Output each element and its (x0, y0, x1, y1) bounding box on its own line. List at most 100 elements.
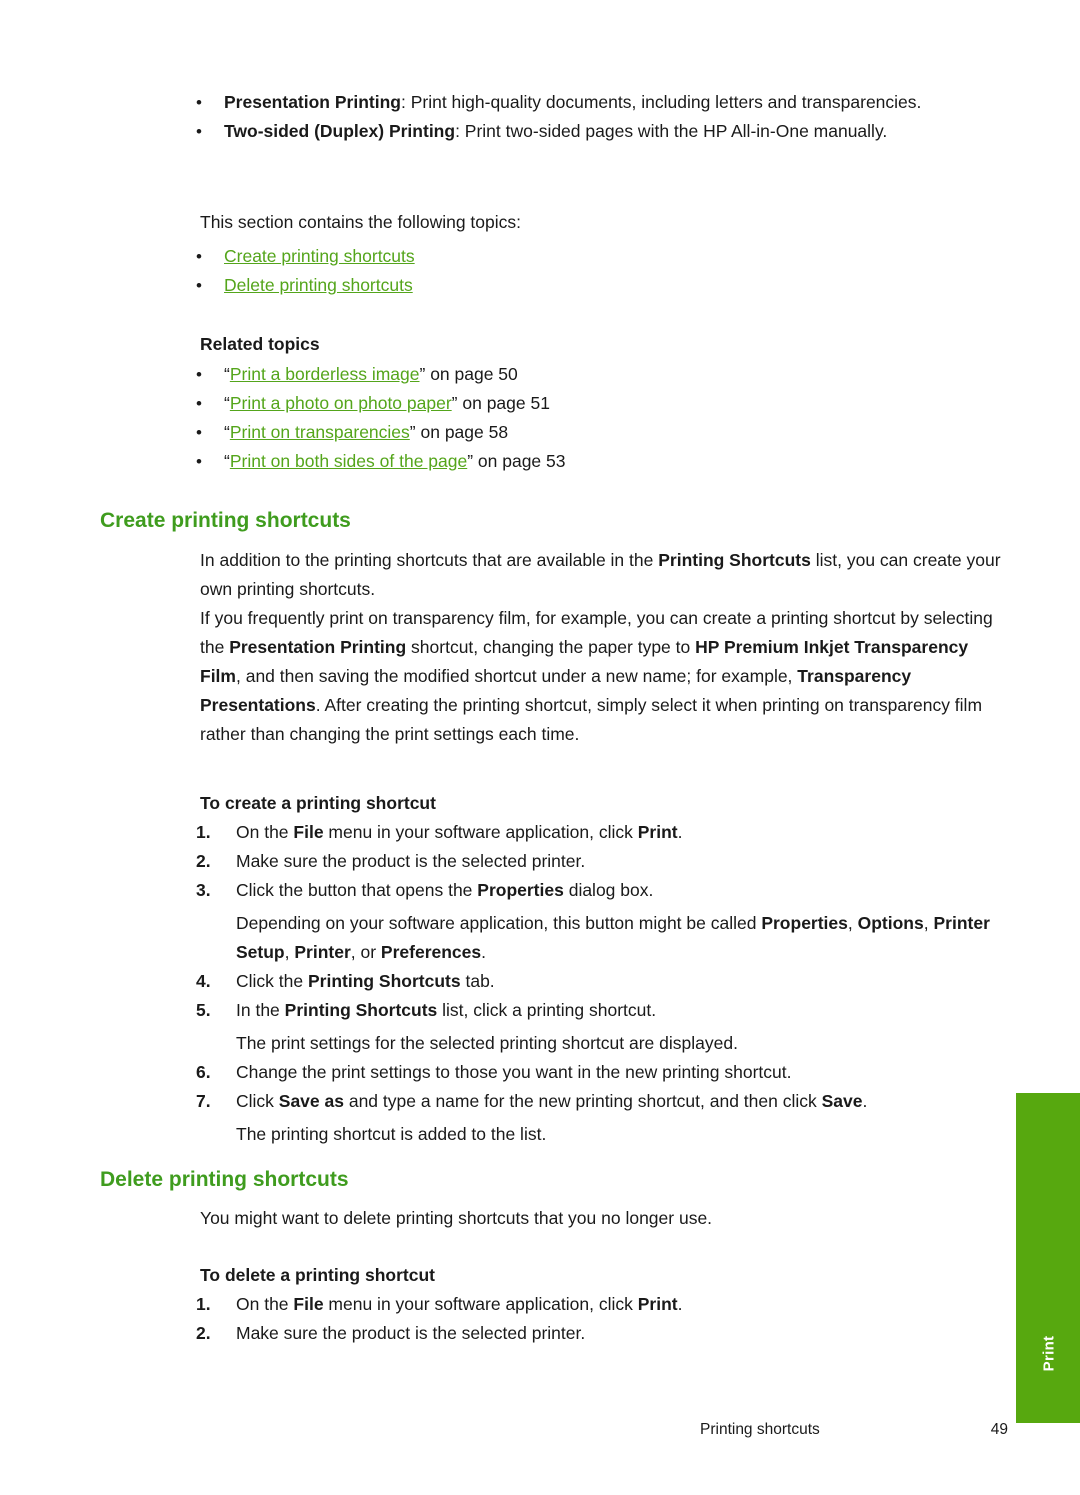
list-item: • Presentation Printing: Print high-qual… (196, 88, 1006, 117)
text-run: In addition to the printing shortcuts th… (200, 550, 659, 570)
text-run: , (923, 913, 934, 933)
link-print-on-both-sides-of-the-page[interactable]: Print on both sides of the page (230, 451, 467, 471)
step-main-line: Click the button that opens the Properti… (236, 880, 653, 900)
step-main-line: Click Save as and type a name for the ne… (236, 1091, 867, 1111)
text-run: Click the button that opens the (236, 880, 478, 900)
text-run-bold: Properties (761, 913, 848, 933)
text-run: list, click a printing shortcut. (437, 1000, 657, 1020)
step-text: On the File menu in your software applic… (236, 1290, 1008, 1319)
list-item: 6. Change the print settings to those yo… (196, 1058, 1008, 1087)
bullet-dot-icon: • (196, 452, 202, 471)
create-subheading: To create a printing shortcut (200, 793, 436, 813)
step-text: In the Printing Shortcuts list, click a … (236, 996, 1008, 1058)
list-item: • “Print on transparencies” on page 58 (196, 418, 1006, 447)
list-item: • Create printing shortcuts (196, 242, 1006, 271)
list-item: 1. On the File menu in your software app… (196, 818, 1008, 847)
step-number: 5. (196, 1000, 211, 1020)
bullet-rest: : Print two-sided pages with the HP All-… (455, 121, 888, 141)
topic-link-list: • Create printing shortcuts • Delete pri… (196, 242, 1006, 300)
chapter-thumb-tab-label: Print (1040, 1335, 1058, 1372)
step-number: 2. (196, 1323, 211, 1343)
step-number: 6. (196, 1062, 211, 1082)
delete-paragraph-1: You might want to delete printing shortc… (200, 1208, 713, 1228)
step-text: Click the Printing Shortcuts tab. (236, 967, 1008, 996)
text-run-bold: Printer (294, 942, 351, 962)
page-footer: Printing shortcuts 49 (700, 1421, 1008, 1439)
text-run-bold: Save as (278, 1091, 344, 1111)
list-item: • “Print a borderless image” on page 50 (196, 360, 1006, 389)
text-run: menu in your software application, click (323, 1294, 638, 1314)
text-run-bold: Printing Shortcuts (658, 550, 811, 570)
text-run-bold: Save (821, 1091, 863, 1111)
step-text: Click the button that opens the Properti… (236, 876, 1008, 967)
text-run-bold: Print (637, 1294, 678, 1314)
bullet-bold-term: Presentation Printing (224, 92, 401, 112)
step-text: On the File menu in your software applic… (236, 818, 1008, 847)
text-run: tab. (460, 971, 495, 991)
bullet-rest: : Print high-quality documents, includin… (400, 92, 922, 112)
bullet-text: Two-sided (Duplex) Printing: Print two-s… (224, 117, 1006, 146)
bullet-dot-icon: • (196, 423, 202, 442)
text-run: , and then saving the modified shortcut … (235, 666, 798, 686)
text-run: On the (236, 1294, 294, 1314)
text-run: shortcut, changing the paper type to (406, 637, 696, 657)
list-item: • Two-sided (Duplex) Printing: Print two… (196, 117, 1006, 146)
bullet-dot-icon: • (196, 365, 202, 384)
bullet-dot-icon: • (196, 276, 202, 295)
link-create-printing-shortcuts[interactable]: Create printing shortcuts (224, 246, 415, 266)
bullet-text: Presentation Printing: Print high-qualit… (224, 88, 1006, 117)
step-main-line: In the Printing Shortcuts list, click a … (236, 1000, 656, 1020)
text-run: . (862, 1091, 868, 1111)
related-topics-list: • “Print a borderless image” on page 50 … (196, 360, 1006, 476)
list-item: 3. Click the button that opens the Prope… (196, 876, 1008, 967)
link-print-on-transparencies[interactable]: Print on transparencies (230, 422, 410, 442)
bullet-dot-icon: • (196, 93, 202, 112)
step-text: Make sure the product is the selected pr… (236, 1323, 586, 1343)
related-topic-suffix: ” on page 53 (467, 451, 566, 471)
list-item: • Delete printing shortcuts (196, 271, 1006, 300)
delete-steps-list: 1. On the File menu in your software app… (196, 1290, 1008, 1348)
bullet-dot-icon: • (196, 122, 202, 141)
delete-subheading: To delete a printing shortcut (200, 1265, 435, 1285)
related-topic-suffix: ” on page 50 (419, 364, 518, 384)
list-item: • “Print on both sides of the page” on p… (196, 447, 1006, 476)
related-topics-heading: Related topics (200, 334, 320, 354)
step-number: 4. (196, 971, 211, 991)
text-run-bold: File (293, 1294, 324, 1314)
step-text: Click Save as and type a name for the ne… (236, 1087, 1008, 1149)
text-run-bold: Options (857, 913, 924, 933)
list-item: 5. In the Printing Shortcuts list, click… (196, 996, 1008, 1058)
step-number: 1. (196, 822, 211, 842)
text-run-bold: Printing Shortcuts (284, 1000, 438, 1020)
create-paragraph-2: If you frequently print on transparency … (200, 604, 1008, 749)
text-run-bold: Print (637, 822, 678, 842)
step-continuation: Depending on your software application, … (236, 909, 1008, 967)
step-number: 1. (196, 1294, 211, 1314)
text-run-bold: Printing Shortcuts (307, 971, 461, 991)
text-run: . (481, 942, 487, 962)
intro-bullet-list: • Presentation Printing: Print high-qual… (196, 88, 1006, 146)
list-item: 1. On the File menu in your software app… (196, 1290, 1008, 1319)
text-run: . (677, 822, 683, 842)
text-run: and type a name for the new printing sho… (343, 1091, 822, 1111)
section-heading-delete: Delete printing shortcuts (100, 1168, 349, 1191)
text-run: Depending on your software application, … (236, 913, 762, 933)
step-number: 2. (196, 851, 211, 871)
footer-section-label: Printing shortcuts (700, 1421, 820, 1438)
text-run: . After creating the printing shortcut, … (200, 695, 983, 744)
related-topic-suffix: ” on page 51 (451, 393, 550, 413)
step-text: Change the print settings to those you w… (236, 1062, 792, 1082)
text-run: , or (350, 942, 381, 962)
text-run: Click the (236, 971, 308, 991)
link-print-a-photo-on-photo-paper[interactable]: Print a photo on photo paper (230, 393, 452, 413)
list-item: 2. Make sure the product is the selected… (196, 847, 1008, 876)
link-delete-printing-shortcuts[interactable]: Delete printing shortcuts (224, 275, 413, 295)
list-item: • “Print a photo on photo paper” on page… (196, 389, 1006, 418)
text-run: In the (236, 1000, 285, 1020)
text-run: Click (236, 1091, 279, 1111)
list-item: 7. Click Save as and type a name for the… (196, 1087, 1008, 1149)
bullet-bold-term: Two-sided (Duplex) Printing (224, 121, 456, 141)
step-number: 7. (196, 1091, 211, 1111)
link-print-a-borderless-image[interactable]: Print a borderless image (230, 364, 420, 384)
list-item: 4. Click the Printing Shortcuts tab. (196, 967, 1008, 996)
